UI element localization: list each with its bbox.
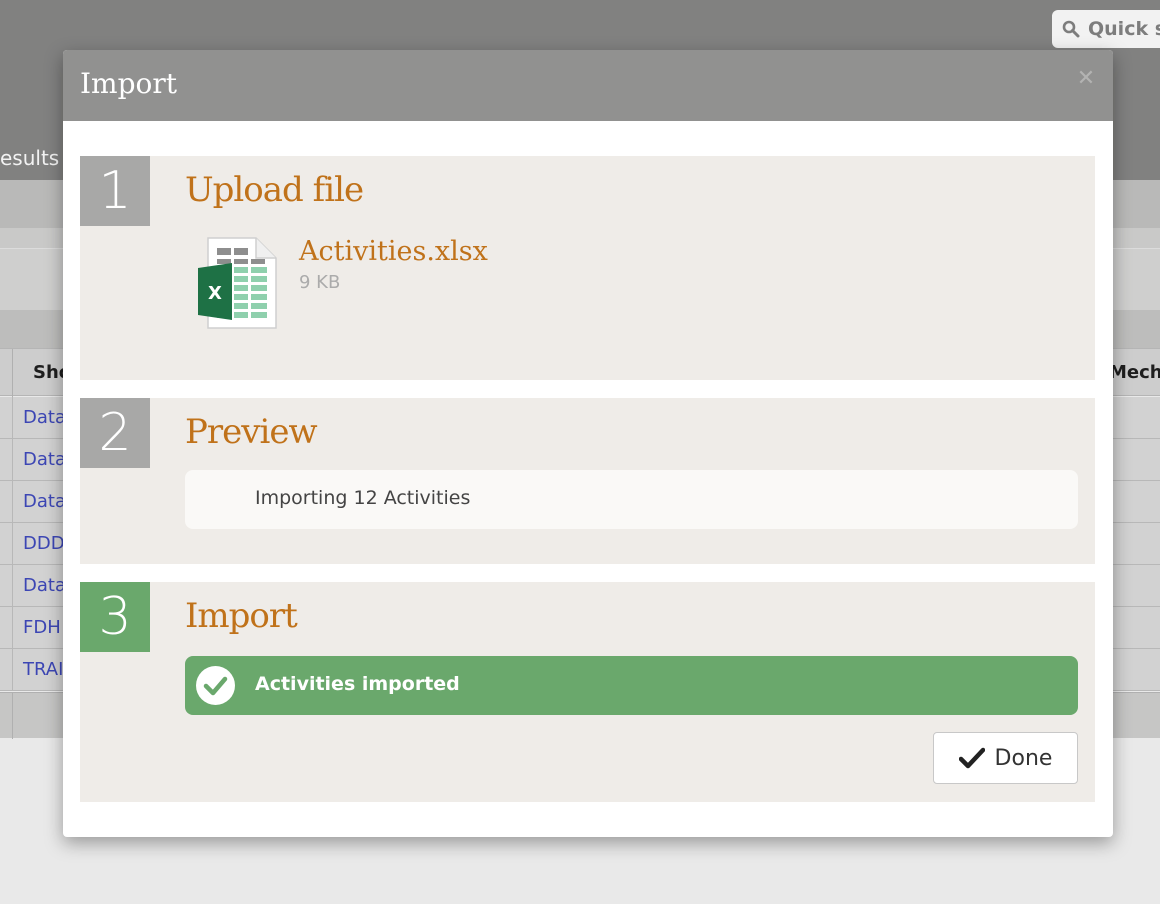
table-cell-link[interactable]: Data xyxy=(23,575,66,596)
table-cell-link[interactable]: Data xyxy=(23,407,66,428)
quick-search-placeholder: Quick s xyxy=(1088,18,1160,40)
step-import: 3 Import Activities imported Done xyxy=(80,582,1095,802)
search-icon xyxy=(1062,20,1080,38)
close-icon[interactable]: ✕ xyxy=(1075,68,1097,90)
table-cell-link[interactable]: Data xyxy=(23,491,66,512)
step-title: Import xyxy=(185,596,298,636)
step-title: Preview xyxy=(185,412,318,452)
step-number: 3 xyxy=(80,582,150,652)
step-upload-file: 1 Upload file X Activities.xlsx 9 KB xyxy=(80,156,1095,380)
done-button-label: Done xyxy=(994,745,1053,771)
success-message: Activities imported xyxy=(255,673,460,695)
step-number: 2 xyxy=(80,398,150,468)
step-preview: 2 Preview Importing 12 Activities xyxy=(80,398,1095,564)
table-cell-link[interactable]: DDD xyxy=(23,533,65,554)
file-name[interactable]: Activities.xlsx xyxy=(299,236,488,267)
step-number: 1 xyxy=(80,156,150,226)
step-title: Upload file xyxy=(185,170,364,210)
table-cell-link[interactable]: TRAI xyxy=(23,659,63,680)
check-circle-icon xyxy=(196,666,235,705)
tab-results[interactable]: esults xyxy=(0,146,59,170)
preview-summary: Importing 12 Activities xyxy=(185,470,1078,529)
check-icon xyxy=(958,747,985,769)
table-cell-link[interactable]: Data xyxy=(23,449,66,470)
column-header-mechanism[interactable]: Mecha xyxy=(1109,362,1160,383)
file-size: 9 KB xyxy=(299,272,341,293)
excel-file-icon: X xyxy=(198,237,277,329)
done-button[interactable]: Done xyxy=(933,732,1078,784)
dialog-header: Import ✕ xyxy=(63,50,1113,121)
dialog-title: Import xyxy=(80,67,178,100)
preview-message: Importing 12 Activities xyxy=(255,487,471,509)
import-dialog: Import ✕ 1 Upload file X Activities.xlsx… xyxy=(63,50,1113,837)
svg-text:X: X xyxy=(208,283,222,304)
table-cell-link[interactable]: FDH xyxy=(23,617,61,638)
quick-search-input[interactable]: Quick s xyxy=(1052,10,1160,48)
import-success-alert: Activities imported xyxy=(185,656,1078,715)
